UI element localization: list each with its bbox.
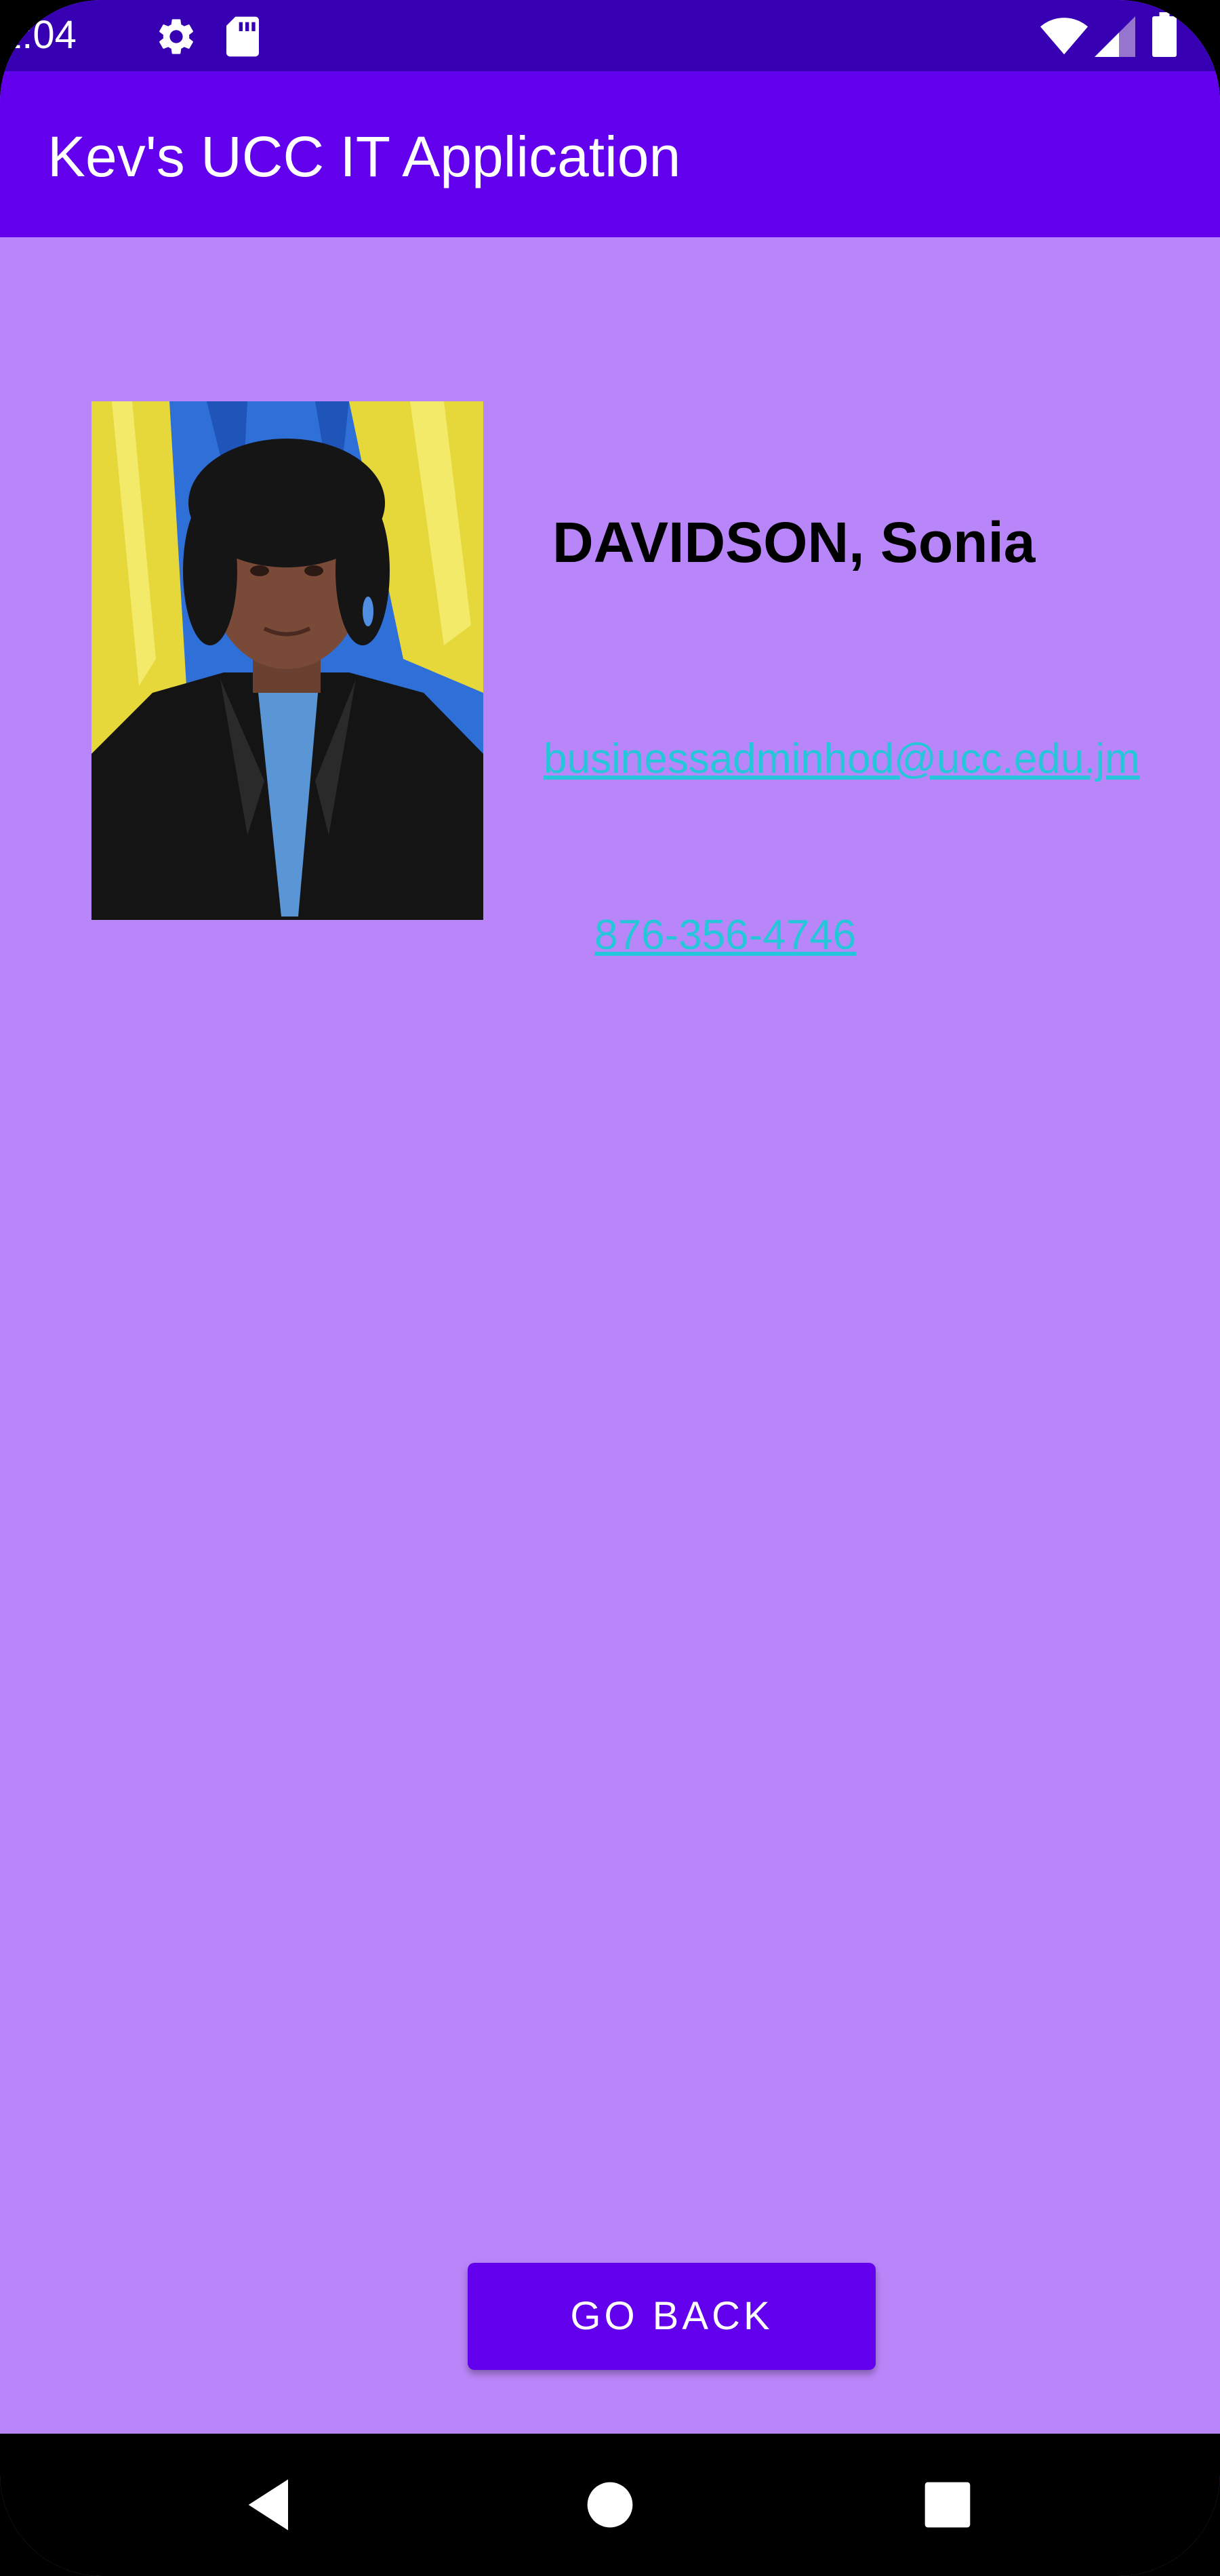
app-bar: Kev's UCC IT Application [0, 71, 1220, 237]
app-title: Kev's UCC IT Application [47, 125, 681, 188]
sd-card-icon [224, 15, 262, 62]
battery-icon [1152, 12, 1177, 60]
profile-screen: DAVIDSON, Sonia businessadminhod@ucc.edu… [0, 237, 1220, 2434]
go-back-button[interactable]: GO BACK [468, 2263, 876, 2370]
status-time: 1:04 [0, 13, 77, 57]
recents-icon[interactable] [914, 2471, 981, 2539]
signal-icon [1095, 16, 1135, 60]
device-screen: 1:04 Kev's UCC IT Application DAVIDSON, … [0, 0, 1220, 2576]
back-icon[interactable] [237, 2471, 305, 2539]
phone-link[interactable]: 876-356-4746 [594, 908, 856, 963]
profile-name: DAVIDSON, Sonia [552, 510, 1036, 574]
email-link[interactable]: businessadminhod@ucc.edu.jm [544, 732, 1140, 786]
navigation-bar [0, 2434, 1220, 2576]
home-icon[interactable] [576, 2471, 644, 2539]
profile-photo [92, 401, 483, 920]
gear-icon [155, 15, 198, 62]
wifi-icon [1040, 16, 1088, 60]
status-bar: 1:04 [0, 0, 1220, 71]
